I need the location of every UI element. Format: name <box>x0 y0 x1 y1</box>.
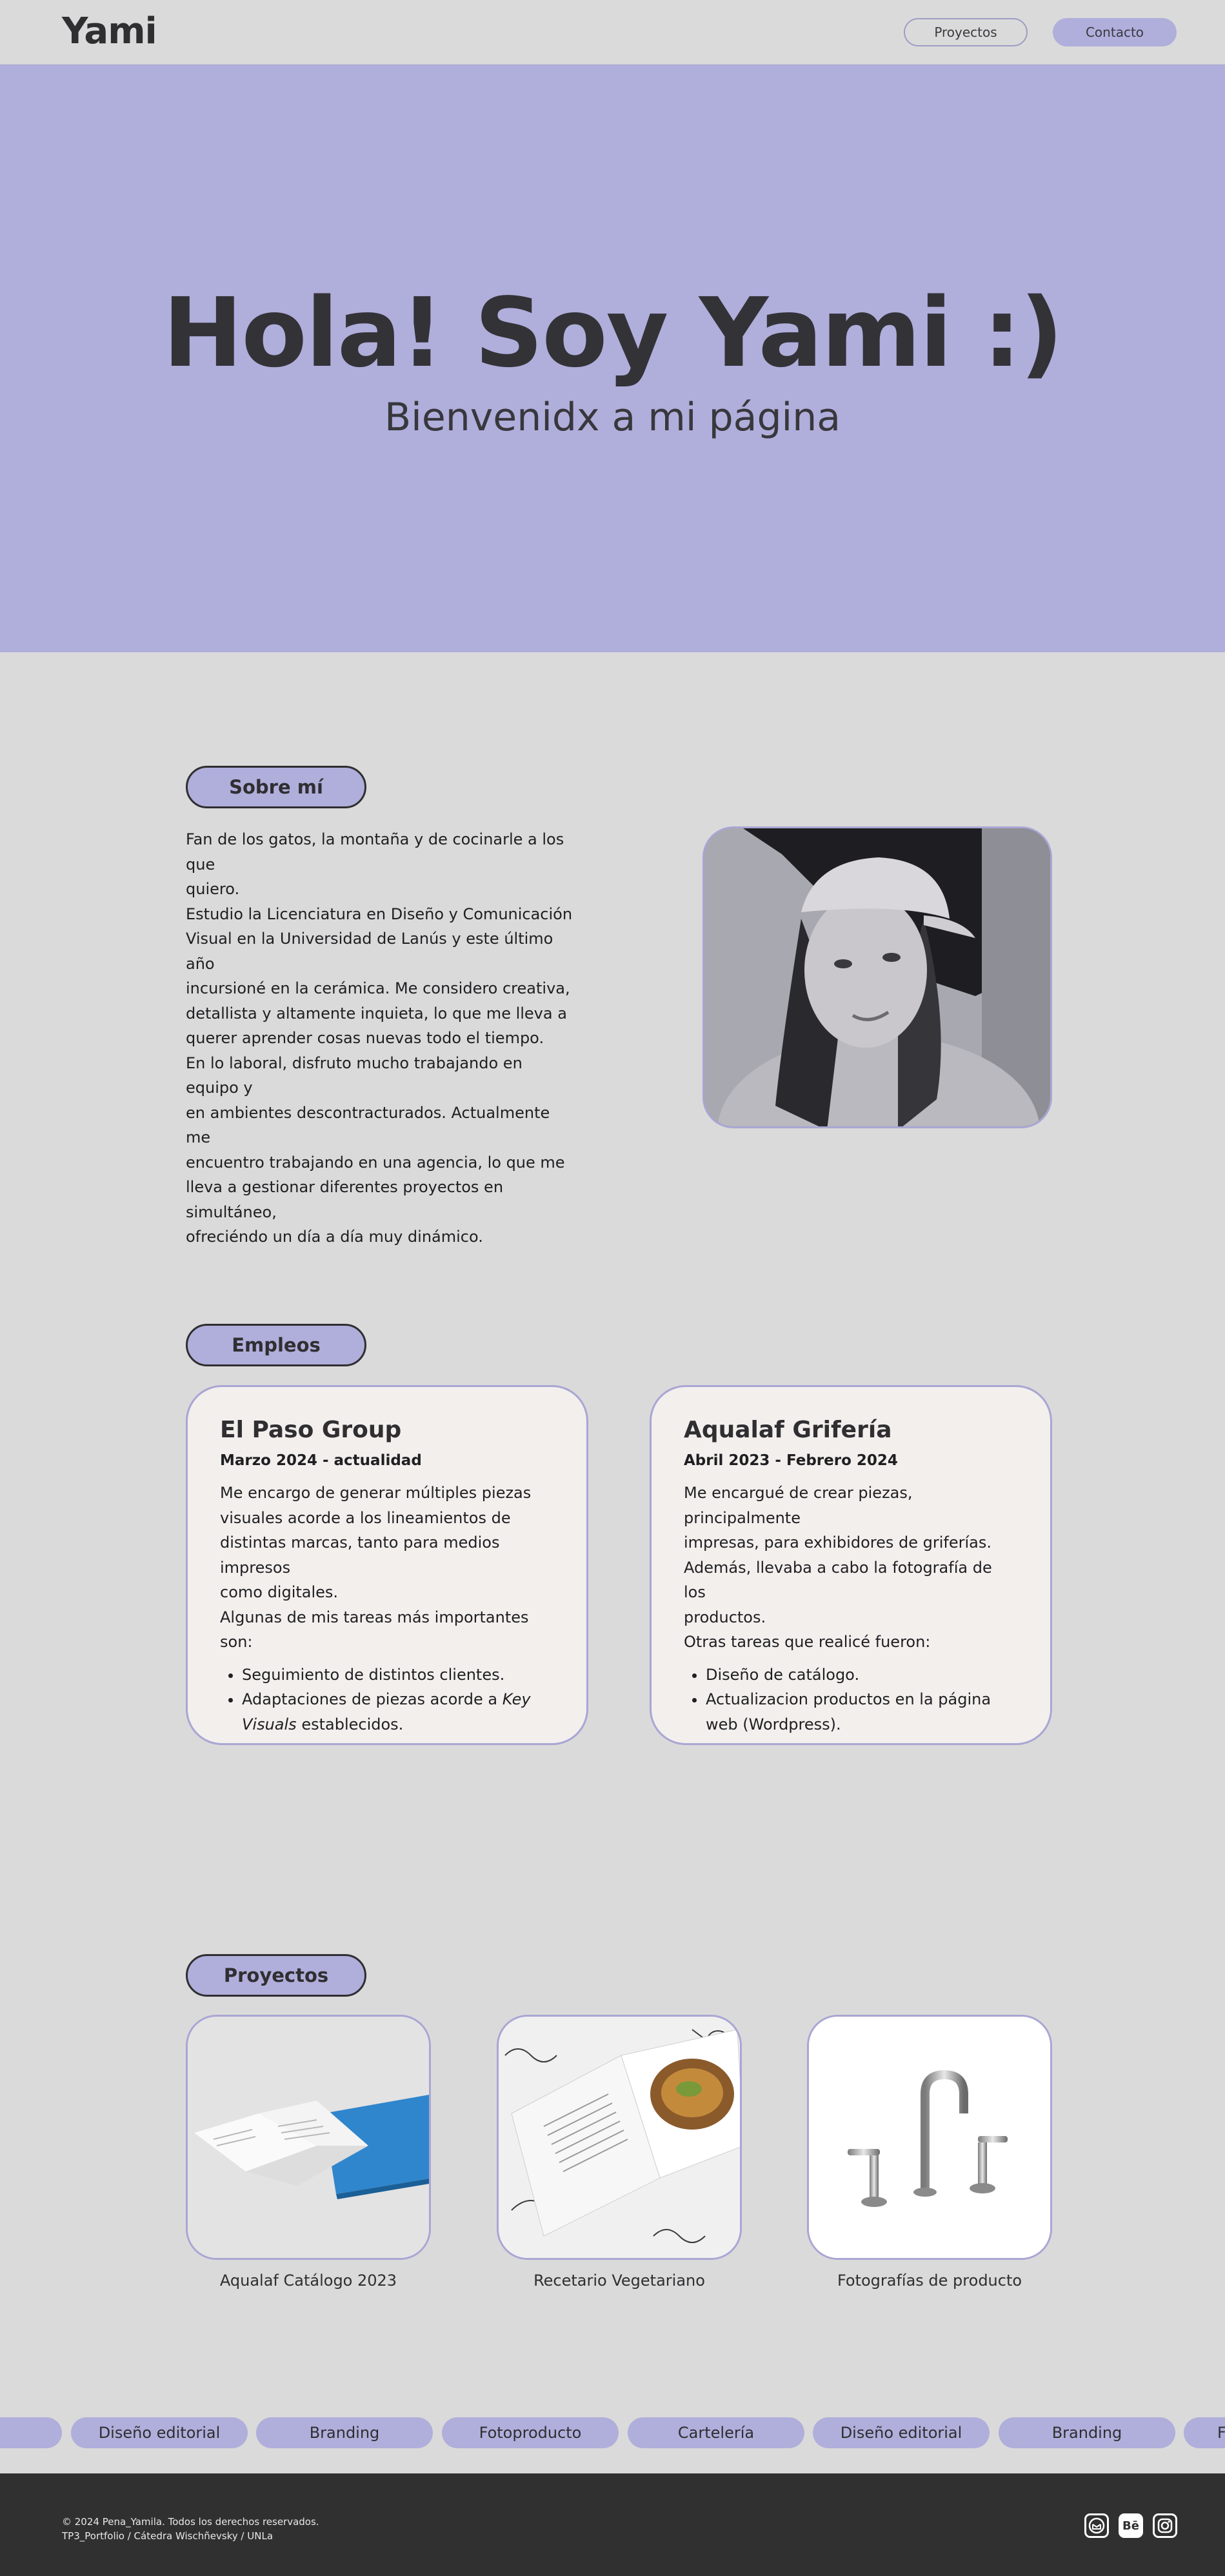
job-desc-line: Me encargo de generar múltiples piezas <box>220 1484 532 1502</box>
job-date: Abril 2023 - Febrero 2024 <box>684 1452 898 1469</box>
job-task-list: Diseño de catálogo. Actualizacion produc… <box>684 1662 1018 1737</box>
section-heading-about: Sobre mí <box>186 766 366 808</box>
job-task-item: Adaptaciones de piezas acorde a Key Visu… <box>242 1687 554 1737</box>
about-text: Fan de los gatos, la montaña y de cocina… <box>186 827 579 1250</box>
mail-icon[interactable] <box>1084 2513 1109 2538</box>
behance-text: Bē <box>1122 2519 1139 2533</box>
services-marquee: a Diseño editorial Branding Fotoproducto… <box>0 2417 1225 2448</box>
project-title[interactable]: Recetario Vegetariano <box>497 2271 742 2290</box>
project-card[interactable]: Fotografías de producto <box>807 2015 1052 2290</box>
project-thumbnail[interactable] <box>497 2015 742 2260</box>
about-line: Estudio la Licenciatura en Diseño y Comu… <box>186 904 573 923</box>
project-card[interactable]: Recetario Vegetariano <box>497 2015 742 2290</box>
job-desc-line: distintas marcas, tanto para medios impr… <box>220 1533 500 1577</box>
about-line: ofreciéndo un día a día muy dinámico. <box>186 1228 483 1246</box>
project-title[interactable]: Fotografías de producto <box>807 2271 1052 2290</box>
mail-icon-glyph <box>1088 2517 1105 2534</box>
about-line: Fan de los gatos, la montaña y de cocina… <box>186 830 564 874</box>
catalog-illustration <box>188 2017 429 2258</box>
job-title: Aqualaf Grifería <box>684 1417 892 1443</box>
about-line: incursioné en la cerámica. Me considero … <box>186 979 570 997</box>
hero-subtitle: Bienvenidx a mi página <box>384 395 841 440</box>
recipe-book-illustration <box>499 2017 740 2258</box>
about-line: En lo laboral, disfruto mucho trabajando… <box>186 1053 523 1097</box>
section-heading-jobs: Empleos <box>186 1324 366 1366</box>
service-tag: Cartelería <box>628 2417 804 2448</box>
about-line: quiero. <box>186 880 240 898</box>
job-task-list: Seguimiento de distintos clientes. Adapt… <box>220 1662 554 1737</box>
job-desc-line: impresas, para exhibidores de griferías. <box>684 1533 991 1552</box>
course-credit: TP3_Portfolio / Cátedra Wischñevsky / UN… <box>62 2530 274 2542</box>
site-header: Yami Proyectos Contacto <box>0 0 1225 65</box>
project-thumbnail[interactable] <box>186 2015 431 2260</box>
faucet-illustration <box>809 2017 1050 2258</box>
behance-icon[interactable]: Bē <box>1119 2513 1143 2538</box>
footer-text: © 2024 Pena_Yamila. Todos los derechos r… <box>62 2515 319 2543</box>
copyright: © 2024 Pena_Yamila. Todos los derechos r… <box>62 2516 319 2528</box>
project-card[interactable]: Aqualaf Catálogo 2023 <box>186 2015 431 2290</box>
job-desc-line: Además, llevaba a cabo la fotografía de … <box>684 1558 992 1602</box>
service-tag: Diseño editorial <box>813 2417 990 2448</box>
instagram-icon[interactable] <box>1153 2513 1177 2538</box>
about-line: lleva a gestionar diferentes proyectos e… <box>186 1178 504 1221</box>
job-date: Marzo 2024 - actualidad <box>220 1452 422 1469</box>
service-tag: Fotoproducto <box>442 2417 619 2448</box>
hero-section: Hola! Soy Yami :) Bienvenidx a mi página <box>0 65 1225 652</box>
about-line: detallista y altamente inquieta, lo que … <box>186 1004 567 1023</box>
job-desc-line: productos. <box>684 1608 766 1626</box>
job-desc-line: visuales acorde a los lineamientos de <box>220 1508 511 1527</box>
project-thumbnail[interactable] <box>807 2015 1052 2260</box>
job-desc-line: Otras tareas que realicé fueron: <box>684 1633 931 1651</box>
site-logo[interactable]: Yami <box>62 10 157 52</box>
site-footer: © 2024 Pena_Yamila. Todos los derechos r… <box>0 2473 1225 2576</box>
job-description: Me encargué de crear piezas, principalme… <box>684 1481 1018 1655</box>
job-title: El Paso Group <box>220 1417 402 1443</box>
job-task-text: establecidos. <box>296 1715 404 1733</box>
profile-photo <box>702 826 1052 1128</box>
section-heading-projects: Proyectos <box>186 1954 366 1997</box>
instagram-icon-glyph <box>1157 2518 1173 2533</box>
job-desc-line: Me encargué de crear piezas, principalme… <box>684 1484 913 1527</box>
job-desc-line: como digitales. <box>220 1583 339 1601</box>
project-title[interactable]: Aqualaf Catálogo 2023 <box>186 2271 431 2290</box>
job-card: El Paso Group Marzo 2024 - actualidad Me… <box>186 1385 588 1745</box>
service-tag: Diseño editorial <box>71 2417 248 2448</box>
job-card: Aqualaf Grifería Abril 2023 - Febrero 20… <box>650 1385 1052 1745</box>
about-line: encuentro trabajando en una agencia, lo … <box>186 1153 565 1172</box>
job-task-item: Diseño de catálogo. <box>706 1662 1018 1688</box>
job-task-text: Adaptaciones de piezas acorde a <box>242 1690 503 1708</box>
job-desc-line: Algunas de mis tareas más importantes so… <box>220 1608 529 1652</box>
about-line: Visual en la Universidad de Lanús y este… <box>186 930 553 973</box>
profile-photo-illustration <box>704 828 1050 1126</box>
about-line: querer aprender cosas nuevas todo el tie… <box>186 1029 544 1047</box>
nav-projects-button[interactable]: Proyectos <box>904 18 1028 46</box>
service-tag: a <box>0 2417 62 2448</box>
job-description: Me encargo de generar múltiples piezas v… <box>220 1481 554 1655</box>
nav-contact-button[interactable]: Contacto <box>1053 18 1177 46</box>
job-task-item: Actualizacion productos en la página web… <box>706 1687 1018 1737</box>
service-tag: Branding <box>999 2417 1175 2448</box>
service-tag: Branding <box>256 2417 433 2448</box>
about-line: en ambientes descontracturados. Actualme… <box>186 1103 550 1147</box>
job-task-item: Seguimiento de distintos clientes. <box>242 1662 554 1688</box>
hero-title: Hola! Soy Yami :) <box>163 277 1063 388</box>
service-tag: F <box>1184 2417 1225 2448</box>
